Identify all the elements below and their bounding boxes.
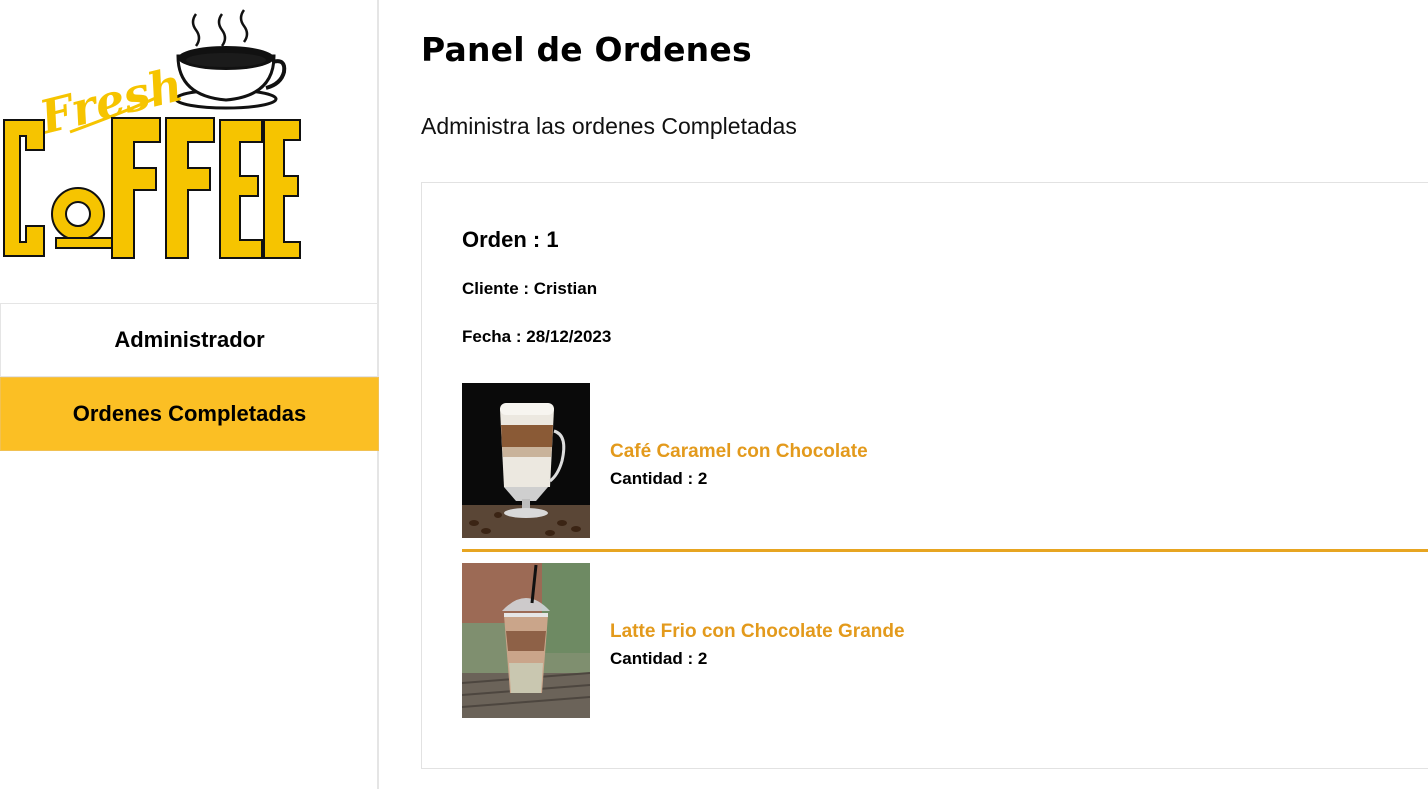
order-item: Café Caramel con Chocolate Cantidad : 2 bbox=[462, 383, 1428, 538]
order-item-info: Latte Frio con Chocolate Grande Cantidad… bbox=[610, 613, 905, 669]
order-item-name: Café Caramel con Chocolate bbox=[610, 440, 868, 462]
order-id: Orden : 1 bbox=[462, 227, 559, 252]
order-client: Cliente : Cristian bbox=[462, 279, 598, 298]
order-item-quantity: Cantidad : 2 bbox=[610, 468, 708, 488]
page-subtitle: Administra las ordenes Completadas bbox=[421, 113, 797, 139]
app-root: Fresh Administrador Ordenes Completadas … bbox=[0, 0, 1428, 789]
order-item-info: Café Caramel con Chocolate Cantidad : 2 bbox=[610, 433, 868, 489]
iced-latte-image bbox=[462, 563, 590, 718]
item-divider bbox=[462, 549, 1428, 552]
sidebar-item-label: Ordenes Completadas bbox=[72, 401, 307, 426]
sidebar-item-ordenes-completadas[interactable]: Ordenes Completadas bbox=[0, 377, 379, 451]
sidebar-item-administrador[interactable]: Administrador bbox=[0, 303, 379, 377]
order-item: Latte Frio con Chocolate Grande Cantidad… bbox=[462, 563, 1428, 718]
page-title: Panel de Ordenes bbox=[421, 30, 752, 69]
sidebar: Fresh Administrador Ordenes Completadas bbox=[0, 0, 379, 789]
logo-script-text: Fresh bbox=[33, 57, 188, 145]
main-content: Panel de Ordenes Administra las ordenes … bbox=[421, 0, 1428, 789]
sidebar-item-label: Administrador bbox=[114, 327, 265, 352]
sidebar-nav: Administrador Ordenes Completadas bbox=[0, 303, 379, 451]
layered-latte-image bbox=[462, 383, 590, 538]
order-date: Fecha : 28/12/2023 bbox=[462, 327, 612, 346]
order-item-quantity: Cantidad : 2 bbox=[610, 648, 708, 668]
order-item-name: Latte Frio con Chocolate Grande bbox=[610, 620, 905, 642]
order-card: Orden : 1 Cliente : Cristian Fecha : 28/… bbox=[421, 182, 1428, 769]
fresh-coffee-logo: Fresh bbox=[0, 0, 310, 275]
